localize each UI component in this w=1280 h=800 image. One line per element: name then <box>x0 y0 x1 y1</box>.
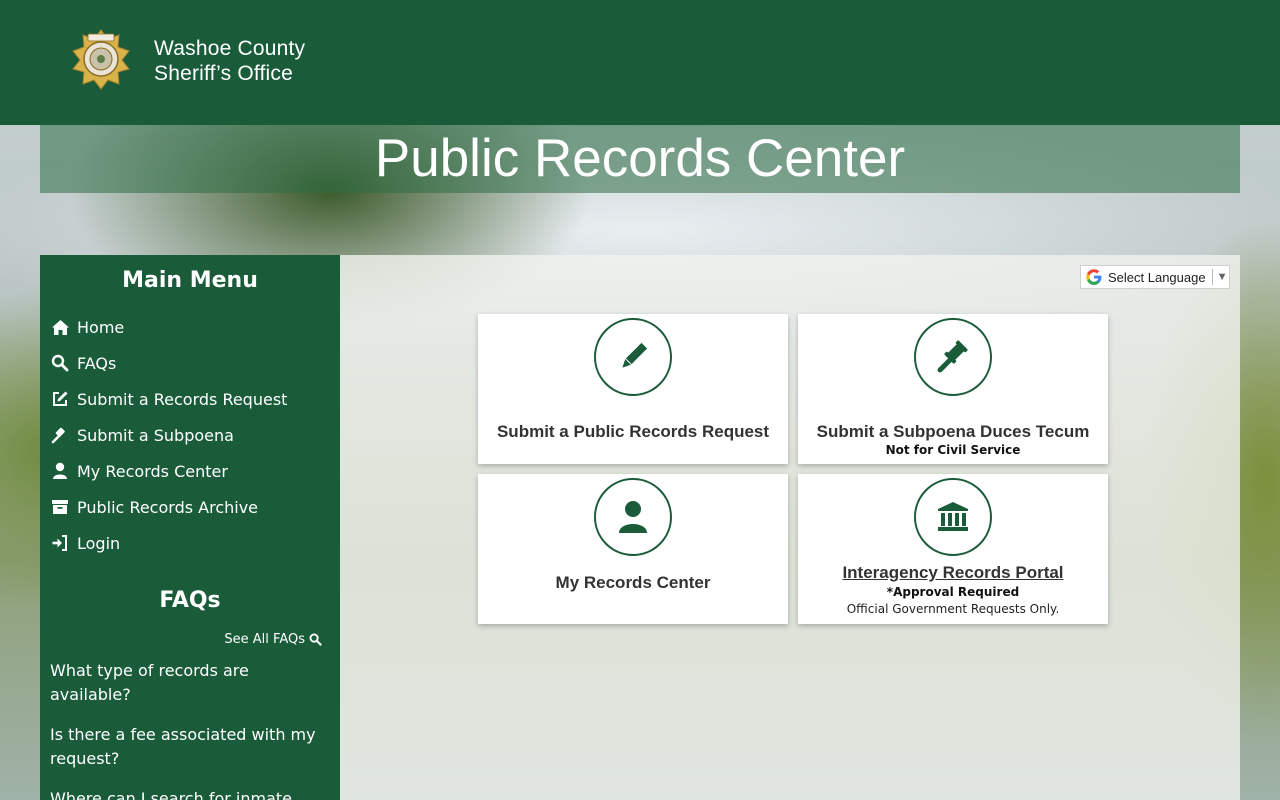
user-icon <box>594 478 672 556</box>
search-icon <box>309 633 322 646</box>
edit-icon <box>50 389 70 409</box>
sheriff-badge-logo[interactable] <box>70 28 132 90</box>
sidebar-item-label: Login <box>77 533 121 553</box>
sidebar-item-label: Submit a Subpoena <box>77 425 234 445</box>
sidebar-item-label: FAQs <box>77 353 117 373</box>
page-banner: Public Records Center <box>40 125 1240 193</box>
sidebar-item-label: Public Records Archive <box>77 497 259 517</box>
page-title: Public Records Center <box>374 129 906 188</box>
chevron-down-icon: ▼ <box>1216 271 1228 283</box>
search-icon <box>50 353 70 373</box>
card-subtitle: *Approval Required <box>886 585 1020 599</box>
main-menu: Home FAQs Submit a Records Request Submi… <box>40 309 340 561</box>
see-all-faqs-label: See All FAQs <box>224 631 305 647</box>
interagency-records-portal-link[interactable]: Interagency Records Portal <box>798 563 1108 583</box>
sidebar-item-label: My Records Center <box>77 461 228 481</box>
main-menu-title: Main Menu <box>122 268 258 293</box>
archive-icon <box>50 497 70 517</box>
site-name-line1: Washoe County <box>154 37 306 60</box>
main-content: Select Language ▼ Submit a Public Record… <box>340 255 1240 800</box>
card-note: Official Government Requests Only. <box>846 602 1060 616</box>
language-selector-label: Select Language <box>1108 269 1206 285</box>
site-name-line2: Sheriff’s Office <box>154 62 293 85</box>
sidebar-item-public-records-archive[interactable]: Public Records Archive <box>40 489 340 525</box>
faq-section-title: FAQs <box>159 588 221 613</box>
my-records-center-card[interactable]: My Records Center <box>478 474 788 624</box>
language-divider <box>1211 269 1213 285</box>
institution-icon <box>914 478 992 556</box>
site-name[interactable]: Washoe County Sheriff’s Office <box>154 36 305 86</box>
gavel-icon <box>50 425 70 445</box>
pencil-icon <box>594 318 672 396</box>
gavel-icon <box>914 318 992 396</box>
sidebar-item-submit-records-request[interactable]: Submit a Records Request <box>40 381 340 417</box>
sidebar: Main Menu Home FAQs Submit a Records Req… <box>40 255 340 800</box>
card-title: Submit a Public Records Request <box>496 422 770 441</box>
sidebar-item-login[interactable]: Login <box>40 525 340 561</box>
card-title: Submit a Subpoena Duces Tecum <box>816 422 1090 441</box>
submit-public-records-request-card[interactable]: Submit a Public Records Request <box>478 314 788 464</box>
language-selector[interactable]: Select Language ▼ <box>1080 265 1230 289</box>
user-icon <box>50 461 70 481</box>
faq-item[interactable]: Where can I search for inmate <box>50 787 328 800</box>
sidebar-item-label: Home <box>77 317 125 337</box>
site-header: Washoe County Sheriff’s Office <box>0 0 1280 125</box>
see-all-faqs-link[interactable]: See All FAQs <box>40 630 340 648</box>
card-title: My Records Center <box>555 573 711 592</box>
google-g-icon <box>1085 268 1103 286</box>
card-subtitle: Not for Civil Service <box>885 443 1021 457</box>
sidebar-item-submit-subpoena[interactable]: Submit a Subpoena <box>40 417 340 453</box>
sidebar-item-my-records-center[interactable]: My Records Center <box>40 453 340 489</box>
home-icon <box>50 317 70 337</box>
faq-item[interactable]: Is there a fee associated with my reques… <box>50 723 328 771</box>
sidebar-item-home[interactable]: Home <box>40 309 340 345</box>
faq-item[interactable]: What type of records are available? <box>50 659 328 707</box>
submit-subpoena-card[interactable]: Submit a Subpoena Duces Tecum Not for Ci… <box>798 314 1108 464</box>
sidebar-item-faqs[interactable]: FAQs <box>40 345 340 381</box>
faq-list: What type of records are available? Is t… <box>40 659 340 800</box>
sidebar-item-label: Submit a Records Request <box>77 389 288 409</box>
sign-in-icon <box>50 533 70 553</box>
interagency-records-portal-card[interactable]: Interagency Records Portal *Approval Req… <box>798 474 1108 624</box>
